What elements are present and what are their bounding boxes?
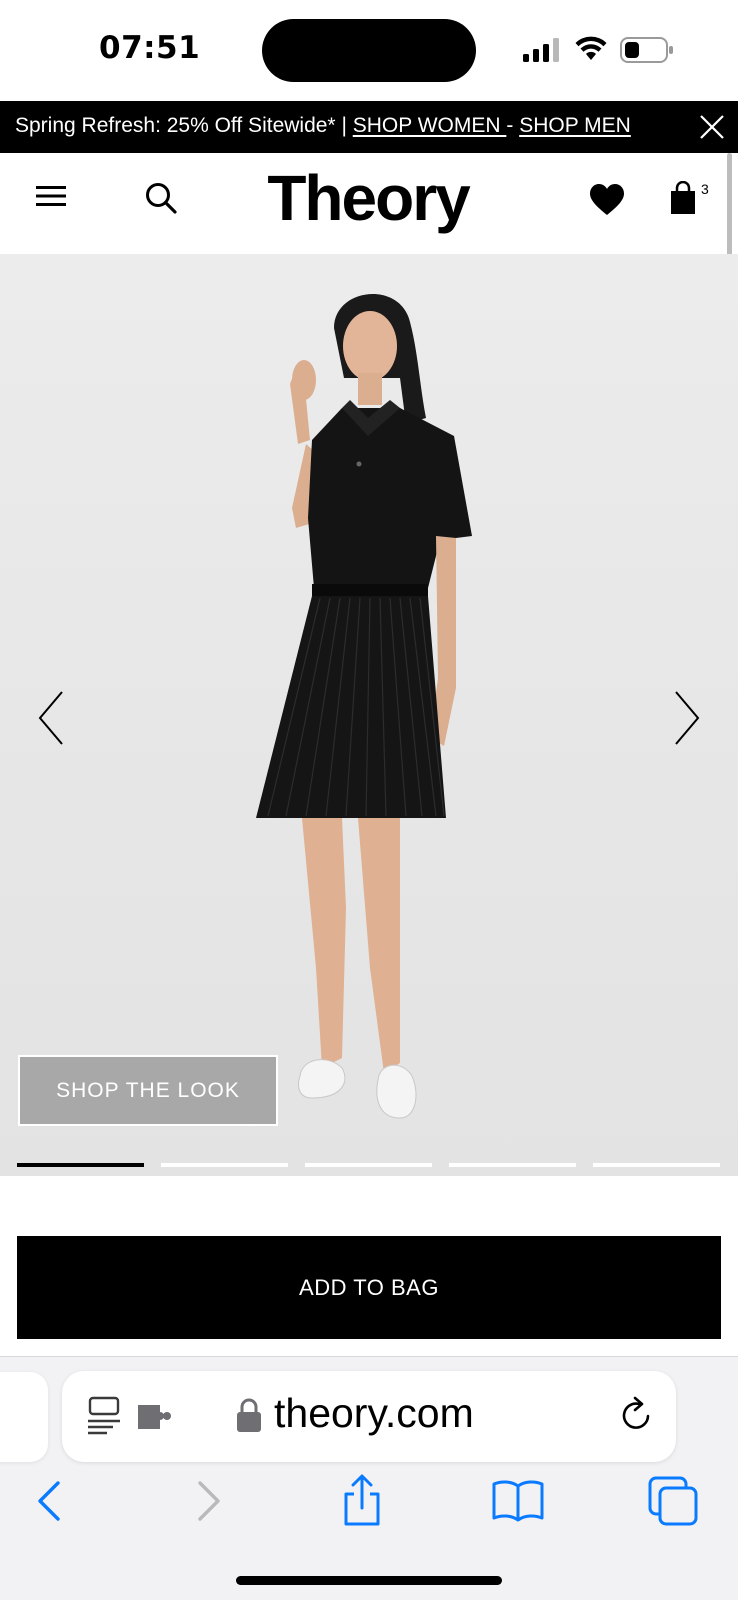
wifi-icon [575,36,607,60]
close-icon[interactable] [699,114,725,140]
shop-the-look-button[interactable]: SHOP THE LOOK [18,1055,278,1126]
reload-icon[interactable] [618,1396,654,1434]
promo-separator: - [506,114,520,137]
carousel-indicator-4[interactable] [449,1163,576,1167]
previous-tab-preview[interactable] [0,1372,48,1462]
chevron-right-icon[interactable] [672,690,702,746]
carousel-indicator-3[interactable] [305,1163,432,1167]
carousel-indicator-5[interactable] [593,1163,720,1167]
forward-icon[interactable] [196,1480,222,1522]
status-time: 07:51 [99,30,201,66]
bookmarks-icon[interactable] [491,1478,545,1522]
search-icon[interactable] [144,181,178,215]
product-image-carousel[interactable] [0,254,738,1176]
back-icon[interactable] [36,1480,62,1522]
url-text[interactable]: theory.com [274,1390,474,1437]
signal-icon [523,38,559,62]
shopping-bag-icon[interactable] [668,181,698,215]
battery-icon [620,37,673,63]
add-to-bag-button[interactable]: ADD TO BAG [17,1236,721,1339]
lock-icon [237,1398,261,1432]
carousel-indicator-2[interactable] [161,1163,288,1167]
promo-text: Spring Refresh: 25% Off Sitewide* | SHOP… [15,114,631,138]
bag-count-badge: 3 [701,181,709,197]
shop-men-link[interactable]: SHOP MEN [519,114,631,137]
hamburger-menu-icon[interactable] [36,183,66,209]
heart-icon[interactable] [590,184,624,216]
reader-mode-icon[interactable] [87,1396,121,1436]
promo-message: Spring Refresh: 25% Off Sitewide* | [15,114,353,137]
dynamic-island [262,19,476,82]
theory-logo[interactable]: Theory [253,163,483,233]
tabs-icon[interactable] [648,1476,698,1526]
carousel-indicator-1[interactable] [17,1163,144,1167]
promo-banner: Spring Refresh: 25% Off Sitewide* | SHOP… [0,101,738,153]
share-icon[interactable] [340,1474,384,1528]
extension-icon[interactable] [136,1401,172,1431]
shop-women-link[interactable]: SHOP WOMEN [353,114,507,137]
home-indicator[interactable] [236,1576,502,1585]
chevron-left-icon[interactable] [36,690,66,746]
product-image [256,294,472,1119]
